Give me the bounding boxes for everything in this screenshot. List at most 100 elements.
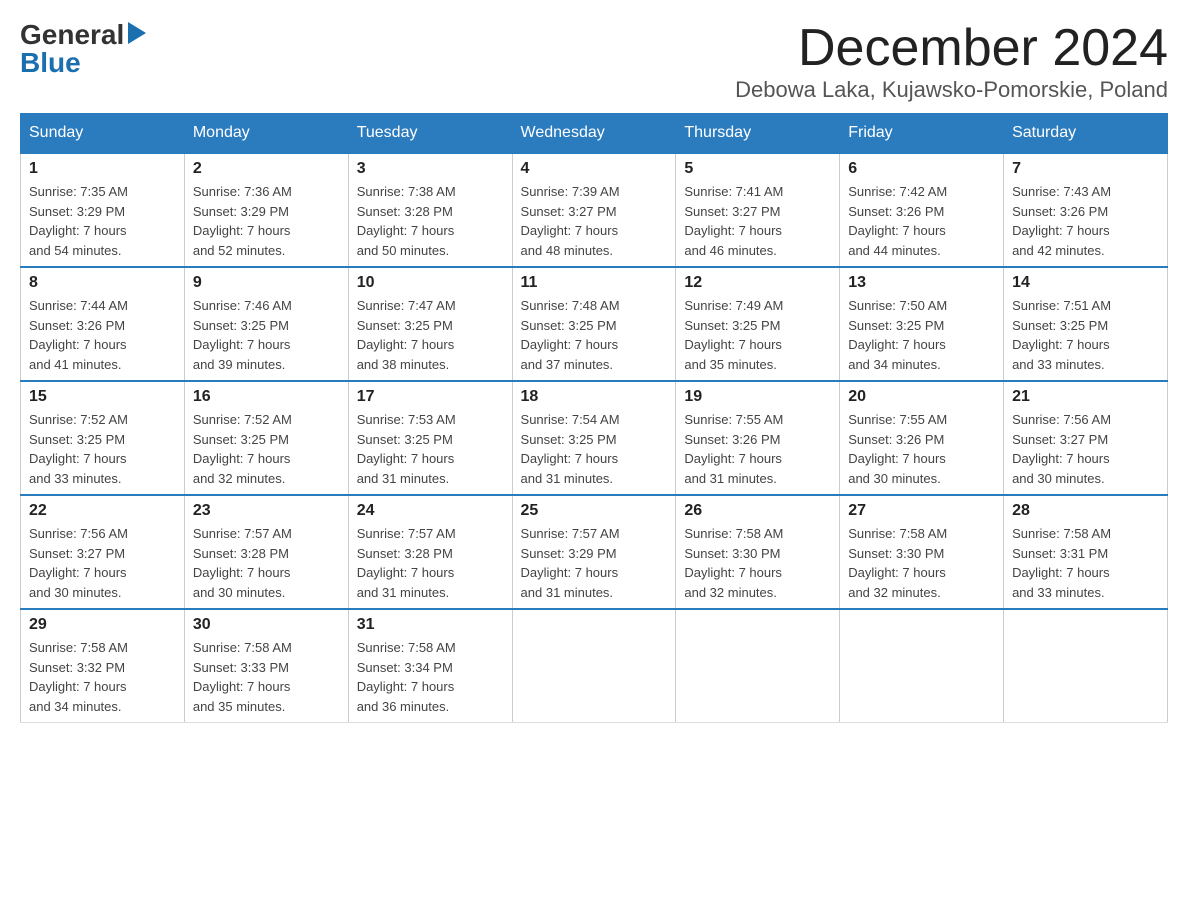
day-info: Sunrise: 7:53 AM Sunset: 3:25 PM Dayligh… — [357, 410, 504, 488]
day-number: 2 — [193, 160, 340, 178]
day-number: 9 — [193, 274, 340, 292]
day-number: 31 — [357, 616, 504, 634]
logo-triangle-icon — [128, 22, 146, 49]
header-friday: Friday — [840, 114, 1004, 154]
calendar-week-row: 22 Sunrise: 7:56 AM Sunset: 3:27 PM Dayli… — [21, 495, 1168, 609]
header-wednesday: Wednesday — [512, 114, 676, 154]
calendar-day-cell: 26Sunrise: 7:58 AM Sunset: 3:30 PM Dayli… — [676, 495, 840, 609]
day-number: 25 — [521, 502, 668, 520]
calendar-day-cell: 6Sunrise: 7:42 AM Sunset: 3:26 PM Daylig… — [840, 153, 1004, 267]
day-info: Sunrise: 7:55 AM Sunset: 3:26 PM Dayligh… — [848, 410, 995, 488]
calendar-day-cell: 30 Sunrise: 7:58 AM Sunset: 3:33 PM Dayli… — [184, 609, 348, 723]
calendar-day-cell: 17Sunrise: 7:53 AM Sunset: 3:25 PM Dayli… — [348, 381, 512, 495]
header-thursday: Thursday — [676, 114, 840, 154]
day-info: Sunrise: 7:41 AM Sunset: 3:27 PM Dayligh… — [684, 182, 831, 260]
month-title: December 2024 — [735, 20, 1168, 77]
calendar-day-cell: 15Sunrise: 7:52 AM Sunset: 3:25 PM Dayli… — [21, 381, 185, 495]
day-info: Sunrise: 7:57 AM Sunset: 3:29 PM Dayligh… — [521, 524, 668, 602]
calendar-day-cell: 1 Sunrise: 7:35 AM Sunset: 3:29 PM Daylig… — [21, 153, 185, 267]
page-header: General Blue December 2024 Debowa Laka, … — [20, 20, 1168, 103]
header-saturday: Saturday — [1004, 114, 1168, 154]
calendar-day-cell: 25 Sunrise: 7:57 AM Sunset: 3:29 PM Dayli… — [512, 495, 676, 609]
calendar-day-cell: 3Sunrise: 7:38 AM Sunset: 3:28 PM Daylig… — [348, 153, 512, 267]
day-info: Sunrise: 7:57 AM Sunset: 3:28 PM Dayligh… — [193, 524, 340, 602]
calendar-day-cell: 28 Sunrise: 7:58 AM Sunset: 3:31 PM Dayli… — [1004, 495, 1168, 609]
calendar-week-row: 1 Sunrise: 7:35 AM Sunset: 3:29 PM Daylig… — [21, 153, 1168, 267]
location-title: Debowa Laka, Kujawsko-Pomorskie, Poland — [735, 77, 1168, 103]
header-sunday: Sunday — [21, 114, 185, 154]
day-info: Sunrise: 7:58 AM Sunset: 3:32 PM Dayligh… — [29, 638, 176, 716]
calendar-day-cell: 4 Sunrise: 7:39 AM Sunset: 3:27 PM Daylig… — [512, 153, 676, 267]
calendar-day-cell: 22 Sunrise: 7:56 AM Sunset: 3:27 PM Dayli… — [21, 495, 185, 609]
calendar-day-cell: 27Sunrise: 7:58 AM Sunset: 3:30 PM Dayli… — [840, 495, 1004, 609]
day-info: Sunrise: 7:47 AM Sunset: 3:25 PM Dayligh… — [357, 296, 504, 374]
calendar-week-row: 29Sunrise: 7:58 AM Sunset: 3:32 PM Dayli… — [21, 609, 1168, 723]
day-info: Sunrise: 7:58 AM Sunset: 3:33 PM Dayligh… — [193, 638, 340, 716]
day-number: 11 — [521, 274, 668, 292]
header-monday: Monday — [184, 114, 348, 154]
logo: General Blue — [20, 20, 146, 77]
calendar-table: Sunday Monday Tuesday Wednesday Thursday… — [20, 113, 1168, 723]
day-info: Sunrise: 7:43 AM Sunset: 3:26 PM Dayligh… — [1012, 182, 1159, 260]
day-number: 16 — [193, 388, 340, 406]
calendar-empty-cell — [1004, 609, 1168, 723]
day-number: 1 — [29, 160, 176, 178]
calendar-day-cell: 14 Sunrise: 7:51 AM Sunset: 3:25 PM Dayli… — [1004, 267, 1168, 381]
day-info: Sunrise: 7:46 AM Sunset: 3:25 PM Dayligh… — [193, 296, 340, 374]
calendar-day-cell: 20Sunrise: 7:55 AM Sunset: 3:26 PM Dayli… — [840, 381, 1004, 495]
day-number: 12 — [684, 274, 831, 292]
calendar-day-cell: 7 Sunrise: 7:43 AM Sunset: 3:26 PM Daylig… — [1004, 153, 1168, 267]
day-number: 8 — [29, 274, 176, 292]
header-tuesday: Tuesday — [348, 114, 512, 154]
day-number: 24 — [357, 502, 504, 520]
calendar-day-cell: 21 Sunrise: 7:56 AM Sunset: 3:27 PM Dayli… — [1004, 381, 1168, 495]
day-info: Sunrise: 7:56 AM Sunset: 3:27 PM Dayligh… — [29, 524, 176, 602]
logo-blue: Blue — [20, 49, 81, 77]
day-number: 7 — [1012, 160, 1159, 178]
day-info: Sunrise: 7:58 AM Sunset: 3:34 PM Dayligh… — [357, 638, 504, 716]
day-info: Sunrise: 7:51 AM Sunset: 3:25 PM Dayligh… — [1012, 296, 1159, 374]
calendar-day-cell: 12 Sunrise: 7:49 AM Sunset: 3:25 PM Dayli… — [676, 267, 840, 381]
calendar-day-cell: 16Sunrise: 7:52 AM Sunset: 3:25 PM Dayli… — [184, 381, 348, 495]
day-info: Sunrise: 7:48 AM Sunset: 3:25 PM Dayligh… — [521, 296, 668, 374]
day-info: Sunrise: 7:55 AM Sunset: 3:26 PM Dayligh… — [684, 410, 831, 488]
day-info: Sunrise: 7:36 AM Sunset: 3:29 PM Dayligh… — [193, 182, 340, 260]
calendar-day-cell: 2 Sunrise: 7:36 AM Sunset: 3:29 PM Daylig… — [184, 153, 348, 267]
calendar-empty-cell — [840, 609, 1004, 723]
day-info: Sunrise: 7:35 AM Sunset: 3:29 PM Dayligh… — [29, 182, 176, 260]
day-number: 6 — [848, 160, 995, 178]
day-info: Sunrise: 7:58 AM Sunset: 3:30 PM Dayligh… — [684, 524, 831, 602]
day-number: 21 — [1012, 388, 1159, 406]
day-number: 10 — [357, 274, 504, 292]
calendar-day-cell: 23 Sunrise: 7:57 AM Sunset: 3:28 PM Dayli… — [184, 495, 348, 609]
logo-general: General — [20, 21, 124, 49]
calendar-header-row: Sunday Monday Tuesday Wednesday Thursday… — [21, 114, 1168, 154]
calendar-day-cell: 8 Sunrise: 7:44 AM Sunset: 3:26 PM Daylig… — [21, 267, 185, 381]
day-info: Sunrise: 7:56 AM Sunset: 3:27 PM Dayligh… — [1012, 410, 1159, 488]
day-number: 28 — [1012, 502, 1159, 520]
day-info: Sunrise: 7:39 AM Sunset: 3:27 PM Dayligh… — [521, 182, 668, 260]
title-area: December 2024 Debowa Laka, Kujawsko-Pomo… — [735, 20, 1168, 103]
calendar-week-row: 8 Sunrise: 7:44 AM Sunset: 3:26 PM Daylig… — [21, 267, 1168, 381]
calendar-day-cell: 5Sunrise: 7:41 AM Sunset: 3:27 PM Daylig… — [676, 153, 840, 267]
day-info: Sunrise: 7:50 AM Sunset: 3:25 PM Dayligh… — [848, 296, 995, 374]
calendar-day-cell: 29Sunrise: 7:58 AM Sunset: 3:32 PM Dayli… — [21, 609, 185, 723]
day-number: 14 — [1012, 274, 1159, 292]
day-number: 23 — [193, 502, 340, 520]
day-number: 30 — [193, 616, 340, 634]
day-number: 22 — [29, 502, 176, 520]
day-info: Sunrise: 7:57 AM Sunset: 3:28 PM Dayligh… — [357, 524, 504, 602]
calendar-day-cell: 24 Sunrise: 7:57 AM Sunset: 3:28 PM Dayli… — [348, 495, 512, 609]
day-number: 13 — [848, 274, 995, 292]
day-info: Sunrise: 7:58 AM Sunset: 3:30 PM Dayligh… — [848, 524, 995, 602]
day-number: 4 — [521, 160, 668, 178]
day-info: Sunrise: 7:54 AM Sunset: 3:25 PM Dayligh… — [521, 410, 668, 488]
calendar-day-cell: 13 Sunrise: 7:50 AM Sunset: 3:25 PM Dayli… — [840, 267, 1004, 381]
calendar-day-cell: 11 Sunrise: 7:48 AM Sunset: 3:25 PM Dayli… — [512, 267, 676, 381]
day-number: 19 — [684, 388, 831, 406]
day-info: Sunrise: 7:44 AM Sunset: 3:26 PM Dayligh… — [29, 296, 176, 374]
day-info: Sunrise: 7:58 AM Sunset: 3:31 PM Dayligh… — [1012, 524, 1159, 602]
day-info: Sunrise: 7:49 AM Sunset: 3:25 PM Dayligh… — [684, 296, 831, 374]
calendar-day-cell: 9 Sunrise: 7:46 AM Sunset: 3:25 PM Daylig… — [184, 267, 348, 381]
day-number: 15 — [29, 388, 176, 406]
